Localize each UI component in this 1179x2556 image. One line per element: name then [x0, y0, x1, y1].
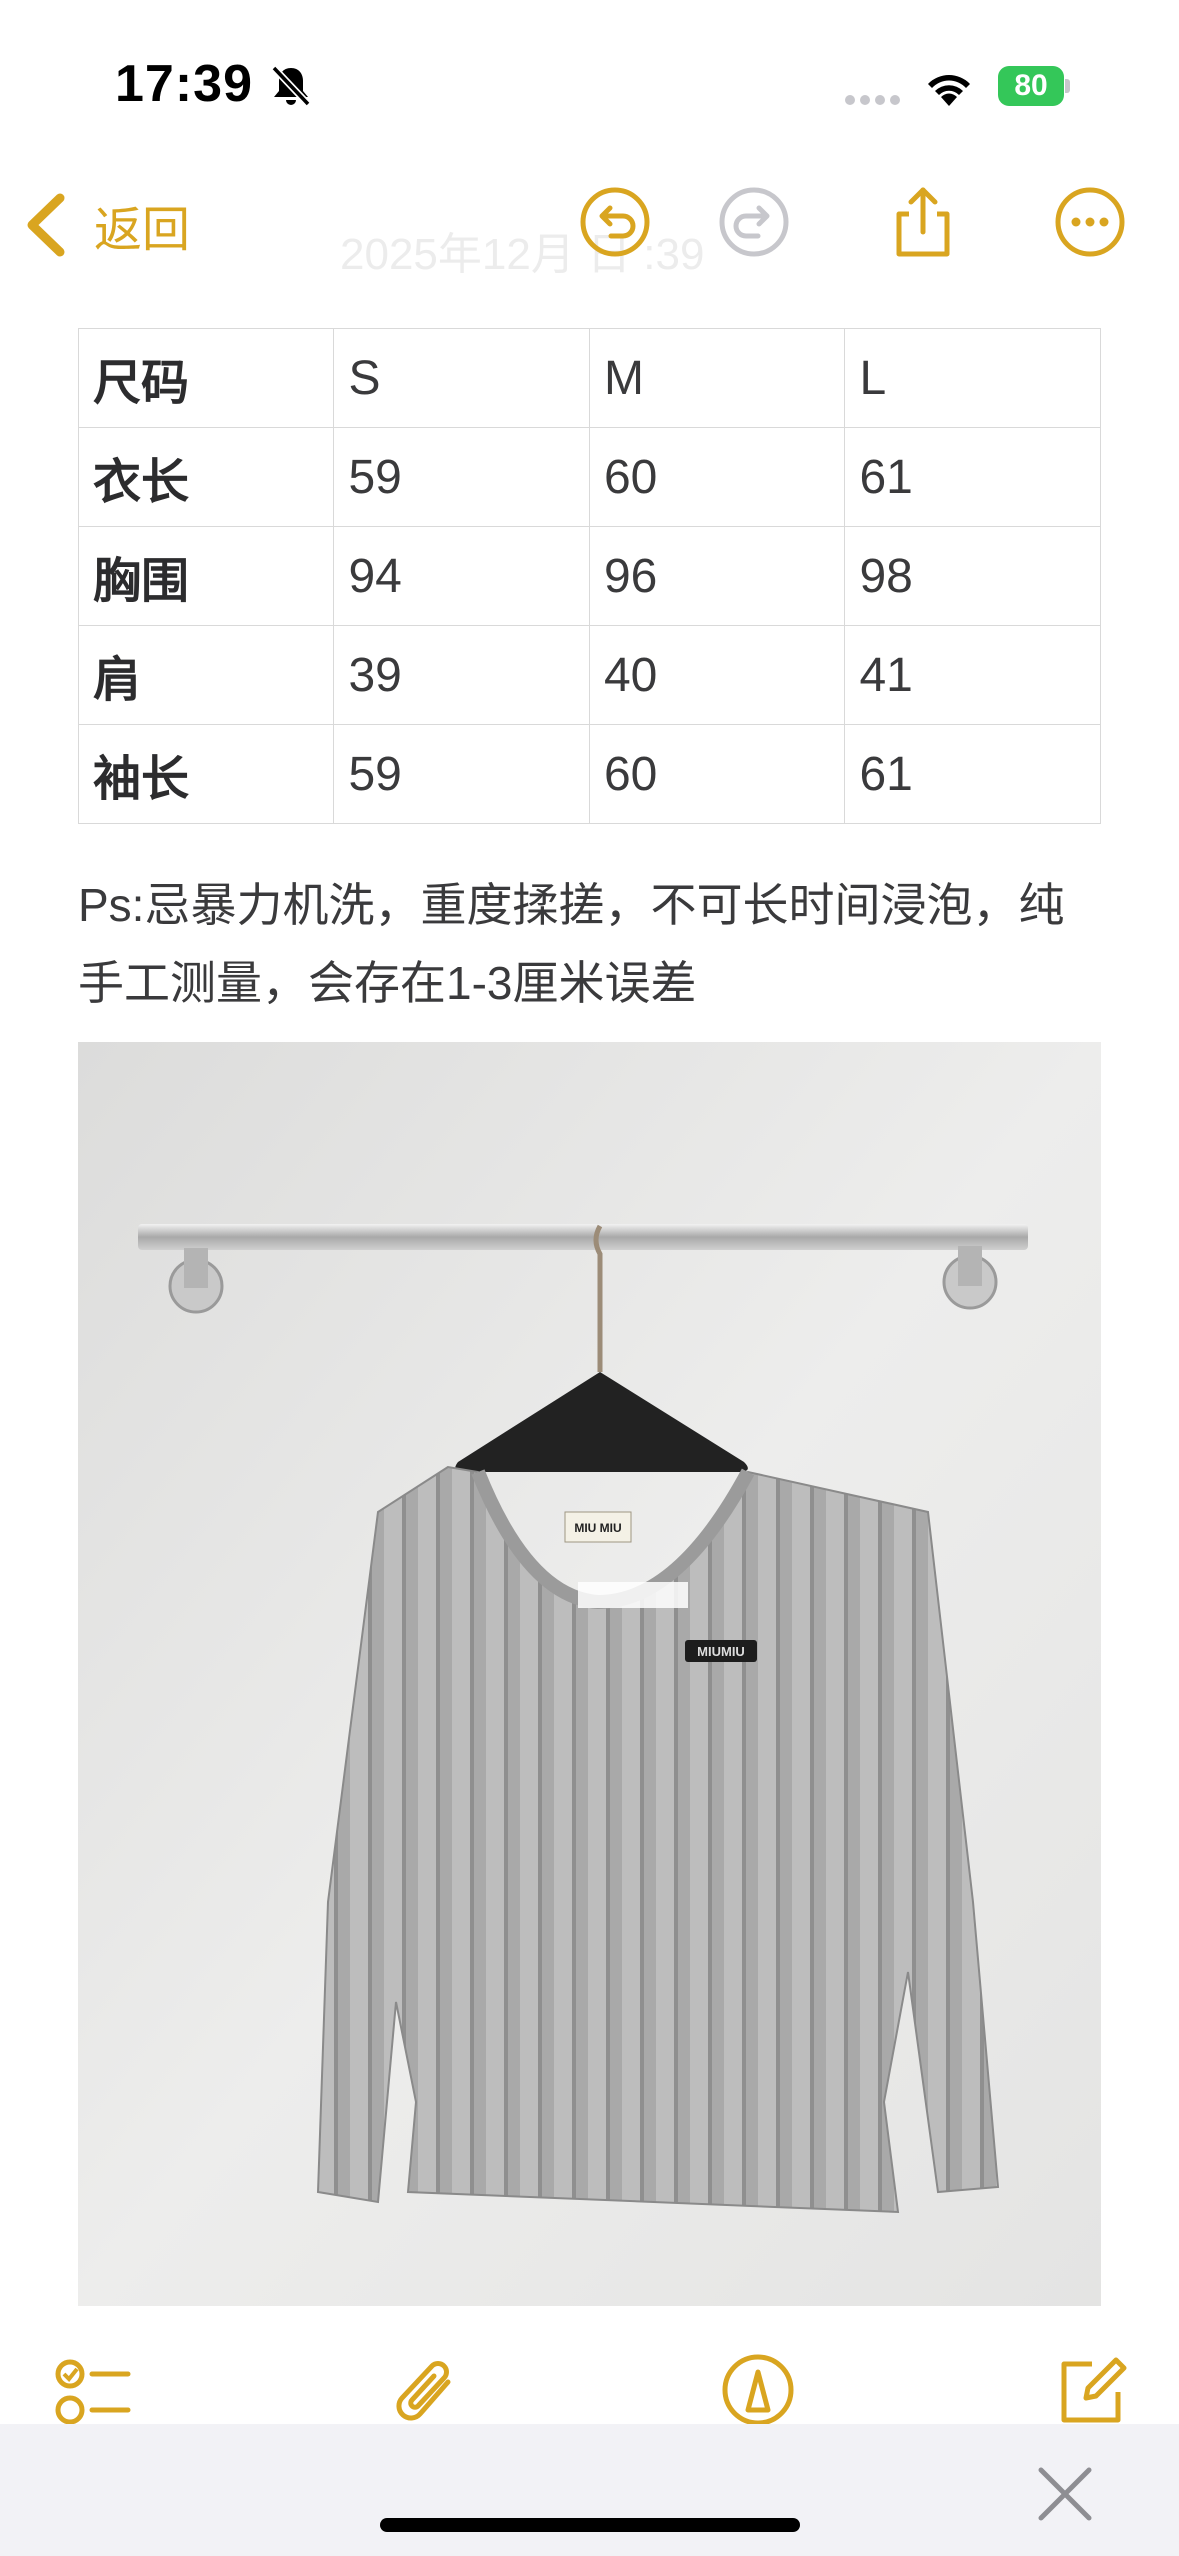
back-label: 返回	[94, 204, 191, 257]
home-indicator	[380, 2518, 800, 2532]
table-cell: L	[844, 328, 1101, 428]
table-cell: 59	[333, 427, 590, 527]
table-row: 胸围 94 96 98	[77, 526, 1101, 626]
wifi-icon	[928, 75, 970, 106]
table-cell: S	[333, 328, 590, 428]
sweater-illustration: MIU MIU MIUMIU	[78, 1042, 1101, 2306]
back-button[interactable]: 返回	[22, 190, 190, 260]
table-cell: 94	[333, 526, 590, 626]
product-photo[interactable]: MIU MIU MIUMIU	[78, 1042, 1101, 2306]
neck-label-text: MIU MIU	[574, 1521, 621, 1535]
care-note: Ps:忌暴力机洗，重度揉搓，不可长时间浸泡，纯手工测量，会存在1-3厘米误差	[78, 879, 1065, 1009]
table-row: 肩 39 40 41	[77, 625, 1101, 725]
redo-icon[interactable]	[716, 184, 792, 260]
table-row: 袖长 59 60 61	[77, 724, 1101, 824]
table-cell: 袖长	[77, 724, 335, 824]
table-cell: 衣长	[77, 427, 335, 527]
compose-icon[interactable]	[1052, 2350, 1132, 2430]
table-cell: 胸围	[77, 526, 335, 626]
battery-indicator: 80	[998, 66, 1070, 106]
table-cell: 61	[844, 427, 1101, 527]
undo-icon[interactable]	[577, 184, 653, 260]
table-cell: 59	[333, 724, 590, 824]
table-row: 尺码 S M L	[77, 328, 1101, 428]
table-cell: 61	[844, 724, 1101, 824]
attachment-icon[interactable]	[388, 2354, 468, 2434]
status-time: 17:39	[115, 55, 253, 113]
size-table: 尺码 S M L 衣长 59 60 61 胸围 94 96 98 肩 39 40 41 袖长 59 60 61	[77, 328, 1101, 824]
table-cell: 96	[588, 526, 846, 626]
close-icon[interactable]	[1035, 2464, 1095, 2524]
bottom-bar	[0, 2424, 1179, 2556]
more-icon[interactable]	[1052, 184, 1128, 260]
bell-slash-icon	[271, 65, 311, 107]
markup-icon[interactable]	[718, 2350, 798, 2430]
table-cell: 40	[588, 625, 846, 725]
table-cell: 98	[844, 526, 1101, 626]
chevron-left-icon	[27, 193, 65, 257]
status-bar: 17:39 80	[0, 0, 1179, 150]
table-cell: 41	[844, 625, 1101, 725]
chest-badge-text: MIUMIU	[697, 1644, 745, 1659]
table-cell: 60	[588, 724, 846, 824]
table-cell: M	[588, 328, 846, 428]
table-cell: 尺码	[77, 328, 335, 428]
table-row: 衣长 59 60 61	[77, 427, 1101, 527]
table-cell: 60	[588, 427, 846, 527]
share-icon[interactable]	[885, 184, 961, 260]
battery-level: 80	[998, 66, 1064, 106]
checklist-icon[interactable]	[52, 2352, 132, 2432]
table-cell: 肩	[77, 625, 335, 725]
battery-cap	[1065, 79, 1070, 93]
cellular-signal-icon	[845, 92, 905, 110]
table-cell: 39	[333, 625, 590, 725]
